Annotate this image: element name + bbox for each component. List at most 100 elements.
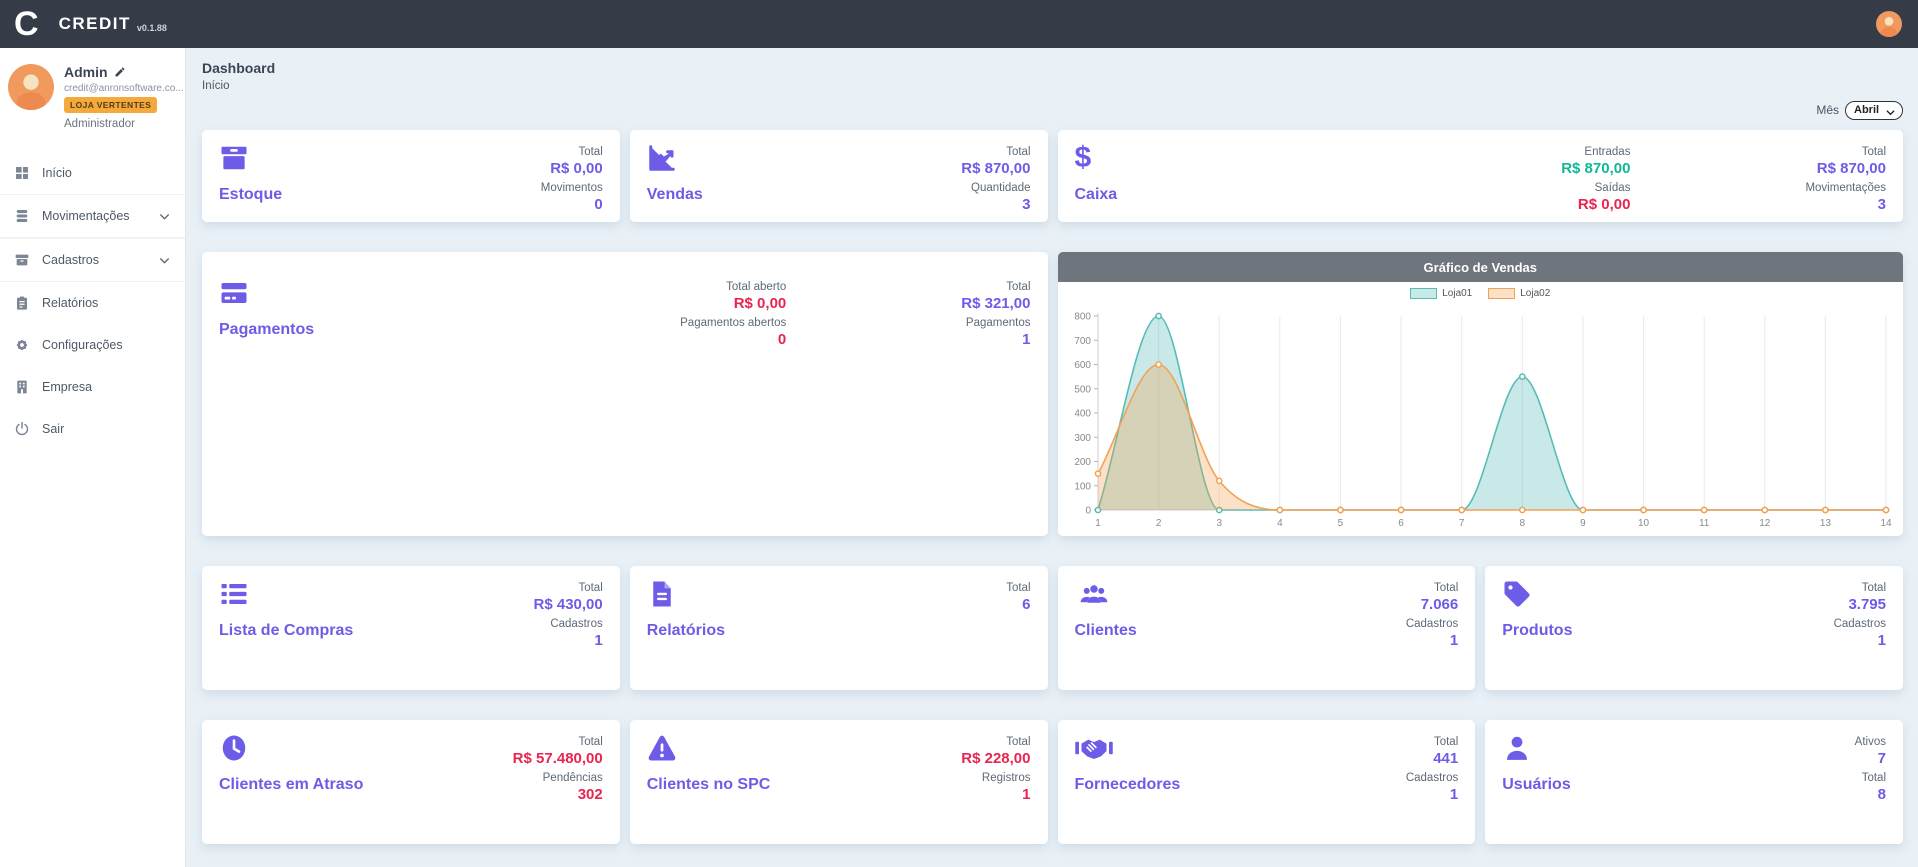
card-estoque[interactable]: Estoque Total R$ 0,00 Movimentos 0 xyxy=(202,130,620,222)
card-title: Clientes xyxy=(1075,622,1137,640)
sidebar-item-sair[interactable]: Sair xyxy=(0,408,185,450)
svg-text:8: 8 xyxy=(1519,518,1525,529)
sidebar-user-block: Admin credit@anronsoftware.co... LOJA VE… xyxy=(0,48,185,142)
legend-item[interactable]: Loja02 xyxy=(1488,288,1550,299)
chevron-down-icon xyxy=(158,254,171,267)
stat-value: 1 xyxy=(1022,786,1030,803)
sidebar-item-label: Sair xyxy=(42,422,64,436)
stat-value: 6 xyxy=(1022,596,1030,613)
stat-value: R$ 57.480,00 xyxy=(513,750,603,767)
card-title: Fornecedores xyxy=(1075,776,1181,794)
sidebar-item-inicio[interactable]: Início xyxy=(0,152,185,194)
stat-label: Total xyxy=(1862,772,1886,784)
stat-label: Pagamentos abertos xyxy=(680,317,786,329)
document-icon xyxy=(647,579,677,609)
sidebar-item-label: Configurações xyxy=(42,338,123,352)
stat-value: R$ 228,00 xyxy=(961,750,1030,767)
card-title: Clientes no SPC xyxy=(647,776,771,794)
stat-label: Total xyxy=(578,736,602,748)
stat-value: 0 xyxy=(594,196,602,213)
card-vendas[interactable]: Vendas Total R$ 870,00 Quantidade 3 xyxy=(630,130,1048,222)
sidebar-item-label: Empresa xyxy=(42,380,92,394)
stat-value: 0 xyxy=(778,331,786,348)
card-clientes[interactable]: Clientes Total 7.066 Cadastros 1 xyxy=(1058,566,1476,690)
stat-value: 7.066 xyxy=(1421,596,1459,613)
legend-item[interactable]: Loja01 xyxy=(1410,288,1472,299)
card-fornecedores[interactable]: Fornecedores Total 441 Cadastros 1 xyxy=(1058,720,1476,844)
edit-profile-icon[interactable] xyxy=(114,66,126,78)
card-produtos[interactable]: Produtos Total 3.795 Cadastros 1 xyxy=(1485,566,1903,690)
sidebar-item-label: Início xyxy=(42,166,72,180)
sidebar-item-movimentacoes[interactable]: Movimentações xyxy=(0,194,185,238)
month-select[interactable]: Abril xyxy=(1845,101,1903,120)
sidebar-avatar-icon[interactable] xyxy=(8,64,54,110)
svg-text:2: 2 xyxy=(1155,518,1161,529)
chevron-down-icon xyxy=(158,210,171,223)
stat-label: Total xyxy=(578,582,602,594)
svg-text:13: 13 xyxy=(1819,518,1831,529)
stat-label: Total xyxy=(1006,146,1030,158)
card-caixa[interactable]: $ Caixa Entradas R$ 870,00 Saídas R$ 0,0… xyxy=(1058,130,1904,222)
svg-text:400: 400 xyxy=(1074,409,1091,420)
stat-value: R$ 321,00 xyxy=(961,295,1030,312)
svg-text:5: 5 xyxy=(1337,518,1343,529)
stat-label: Total xyxy=(1006,736,1030,748)
card-title: Pagamentos xyxy=(219,321,314,339)
stat-value: R$ 870,00 xyxy=(1561,160,1630,177)
stat-value: 302 xyxy=(578,786,603,803)
stat-value: 1 xyxy=(594,632,602,649)
power-icon xyxy=(14,421,30,437)
stat-value: 1 xyxy=(1450,786,1458,803)
stat-label: Total xyxy=(1006,582,1030,594)
card-title: Relatórios xyxy=(647,622,725,640)
stat-label: Total xyxy=(1862,146,1886,158)
svg-text:600: 600 xyxy=(1074,360,1091,371)
legend-label: Loja02 xyxy=(1520,288,1550,299)
svg-text:200: 200 xyxy=(1074,457,1091,468)
stat-value: R$ 0,00 xyxy=(734,295,787,312)
stat-label: Movimentos xyxy=(541,182,603,194)
svg-text:10: 10 xyxy=(1637,518,1649,529)
stat-label: Quantidade xyxy=(971,182,1030,194)
user-avatar-icon[interactable] xyxy=(1876,11,1902,37)
chart-body: Loja01Loja02 123456789101112131401002003… xyxy=(1058,282,1904,536)
credit-card-icon xyxy=(219,278,249,308)
store-badge: LOJA VERTENTES xyxy=(64,97,157,113)
sidebar-item-label: Relatórios xyxy=(42,296,98,310)
card-relatorios[interactable]: Relatórios Total 6 xyxy=(630,566,1048,690)
stat-value: 1 xyxy=(1022,331,1030,348)
stat-label: Total xyxy=(1006,281,1030,293)
tag-icon xyxy=(1502,579,1532,609)
card-pagamentos[interactable]: Pagamentos Total aberto R$ 0,00 Pagament… xyxy=(202,252,1048,536)
list-icon xyxy=(219,579,249,609)
svg-text:800: 800 xyxy=(1074,312,1091,323)
card-clientes-em-atraso[interactable]: Clientes em Atraso Total R$ 57.480,00 Pe… xyxy=(202,720,620,844)
stat-value: 3 xyxy=(1878,196,1886,213)
card-clientes-no-spc[interactable]: Clientes no SPC Total R$ 228,00 Registro… xyxy=(630,720,1048,844)
stat-value: R$ 430,00 xyxy=(534,596,603,613)
stat-value: R$ 0,00 xyxy=(1578,196,1631,213)
sidebar-item-label: Cadastros xyxy=(42,253,99,267)
sidebar-item-cadastros[interactable]: Cadastros xyxy=(0,238,185,282)
legend-swatch-icon xyxy=(1410,288,1437,299)
stat-label: Total xyxy=(578,146,602,158)
card-usuarios[interactable]: Usuários Ativos 7 Total 8 xyxy=(1485,720,1903,844)
card-lista-de-compras[interactable]: Lista de Compras Total R$ 430,00 Cadastr… xyxy=(202,566,620,690)
svg-text:1: 1 xyxy=(1095,518,1101,529)
svg-text:4: 4 xyxy=(1277,518,1283,529)
card-title: Lista de Compras xyxy=(219,622,353,640)
sidebar-item-empresa[interactable]: Empresa xyxy=(0,366,185,408)
svg-text:7: 7 xyxy=(1458,518,1464,529)
legend-label: Loja01 xyxy=(1442,288,1472,299)
svg-text:11: 11 xyxy=(1698,518,1709,529)
stat-label: Ativos xyxy=(1855,736,1886,748)
svg-text:700: 700 xyxy=(1074,336,1091,347)
breadcrumb: Dashboard Início xyxy=(202,60,1903,92)
sidebar-item-configuracoes[interactable]: Configurações xyxy=(0,324,185,366)
main-content: Dashboard Início Mês Abril xyxy=(186,48,1918,867)
stat-label: Cadastros xyxy=(1834,618,1886,630)
card-title: Usuários xyxy=(1502,776,1570,794)
stat-label: Movimentações xyxy=(1805,182,1886,194)
sidebar-item-relatorios[interactable]: Relatórios xyxy=(0,282,185,324)
card-title: Clientes em Atraso xyxy=(219,776,363,794)
